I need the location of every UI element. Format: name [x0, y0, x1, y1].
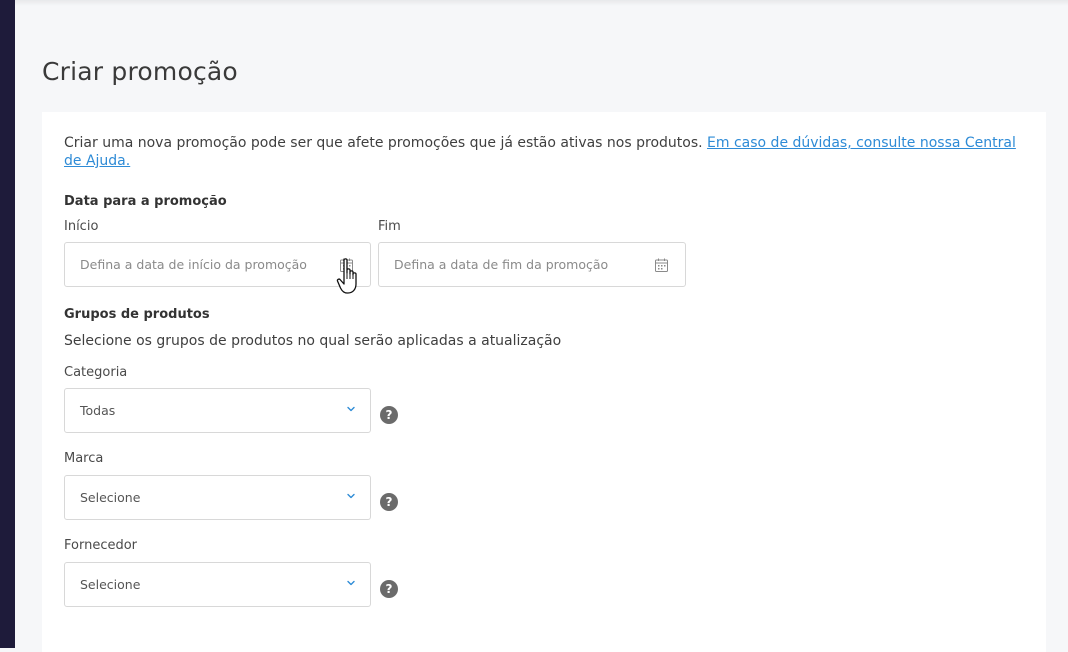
end-date-placeholder: Defina a data de fim da promoção: [394, 257, 609, 272]
start-date-placeholder: Defina a data de início da promoção: [80, 257, 307, 272]
end-date-label: Fim: [378, 219, 401, 234]
sidebar-strip: [0, 0, 15, 648]
product-groups-subtitle: Selecione os grupos de produtos no qual …: [64, 333, 562, 349]
page-title: Criar promoção: [42, 57, 238, 86]
brand-select[interactable]: Selecione: [64, 475, 371, 520]
category-selected-value: Todas: [80, 403, 116, 418]
dates-section-title: Data para a promoção: [64, 194, 227, 209]
brand-help-icon[interactable]: ?: [380, 493, 398, 511]
start-date-input[interactable]: Defina a data de início da promoção: [64, 242, 371, 287]
chevron-down-icon: [347, 406, 355, 412]
intro-message: Criar uma nova promoção pode ser que afe…: [64, 135, 703, 151]
brand-label: Marca: [64, 451, 104, 466]
category-label: Categoria: [64, 365, 128, 380]
brand-selected-value: Selecione: [80, 490, 141, 505]
header-shadow: [15, 0, 1068, 6]
calendar-icon[interactable]: [655, 258, 668, 272]
supplier-select[interactable]: Selecione: [64, 562, 371, 607]
product-groups-section-title: Grupos de produtos: [64, 307, 210, 322]
end-date-input[interactable]: Defina a data de fim da promoção: [378, 242, 686, 287]
start-date-label: Início: [64, 219, 99, 234]
supplier-label: Fornecedor: [64, 538, 138, 553]
chevron-down-icon: [347, 493, 355, 499]
supplier-selected-value: Selecione: [80, 577, 141, 592]
category-help-icon[interactable]: ?: [380, 406, 398, 424]
chevron-down-icon: [347, 580, 355, 586]
category-select[interactable]: Todas: [64, 388, 371, 433]
intro-text: Criar uma nova promoção pode ser que afe…: [64, 134, 1034, 170]
hand-cursor-icon: [336, 258, 357, 294]
supplier-help-icon[interactable]: ?: [380, 580, 398, 598]
promotion-form-card: Criar uma nova promoção pode ser que afe…: [42, 112, 1046, 652]
